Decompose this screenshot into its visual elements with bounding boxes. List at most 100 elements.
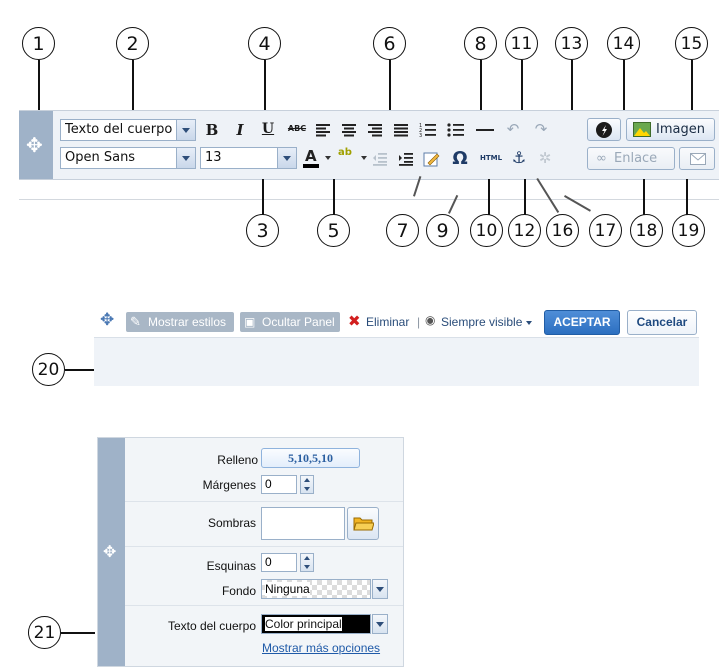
sombras-label: Sombras [207, 516, 256, 530]
cancel-button[interactable]: Cancelar [627, 310, 697, 335]
callout-leader [262, 179, 264, 215]
fondo-label: Fondo [221, 584, 256, 598]
more-options-link[interactable]: Mostrar más opciones [262, 641, 380, 655]
html-source-button[interactable]: HTML [477, 154, 505, 162]
indent-icon[interactable] [398, 152, 414, 166]
font-size-select[interactable]: 13 [200, 147, 297, 169]
sombras-picker-button[interactable] [347, 507, 379, 540]
outdent-icon[interactable] [372, 152, 388, 166]
svg-text:3: 3 [419, 133, 422, 138]
align-right-icon[interactable] [367, 123, 383, 137]
chevron-down-icon[interactable] [277, 148, 296, 168]
callout-number: 14 [607, 27, 640, 60]
margenes-stepper[interactable] [300, 475, 314, 494]
callout-leader [264, 60, 266, 110]
callout-number: 5 [317, 214, 350, 247]
callout-leader [691, 60, 693, 110]
styles-icon: ✎ [130, 314, 141, 329]
chevron-down-icon[interactable] [176, 148, 195, 168]
panel-drag-handle[interactable]: ✥ [98, 438, 125, 666]
italic-button[interactable]: I [231, 121, 249, 139]
divider [19, 199, 719, 200]
callout-20: 20 [32, 353, 65, 386]
image-icon [633, 122, 651, 137]
strikethrough-button[interactable]: ABC [285, 124, 309, 133]
callout-number: 13 [555, 27, 588, 60]
callout-number: 2 [116, 27, 149, 60]
toolbar-drag-handle[interactable]: ✥ [19, 111, 53, 179]
chevron-down-icon [361, 156, 367, 160]
text-color-icon: A [305, 147, 317, 165]
move-icon[interactable]: ✥ [100, 310, 114, 330]
folder-icon [353, 517, 374, 531]
flash-button[interactable] [587, 118, 621, 141]
margenes-label: Márgenes [202, 478, 256, 492]
unlink-icon[interactable]: ✲ [535, 149, 555, 167]
texto-cuerpo-select[interactable]: Color principal [261, 614, 371, 634]
delete-link[interactable]: Eliminar [366, 315, 409, 329]
align-justify-icon[interactable] [393, 123, 409, 137]
callout-number: 18 [630, 214, 663, 247]
callout-number: 15 [675, 27, 708, 60]
callout-number: 17 [589, 214, 622, 247]
panel-icon: ▣ [244, 315, 256, 329]
callout-number: 8 [464, 27, 497, 60]
special-characters-button[interactable]: Ω [449, 148, 471, 169]
esquinas-stepper[interactable] [300, 553, 314, 572]
chevron-down-icon [325, 156, 331, 160]
callout-number: 10 [470, 214, 503, 247]
block-format-select[interactable]: Texto del cuerpo [60, 119, 196, 141]
text-color-button[interactable]: A [301, 147, 335, 169]
accept-button[interactable]: ACEPTAR [544, 310, 620, 335]
link-button[interactable]: ∞ Enlace [587, 147, 675, 170]
callout-leader [61, 632, 95, 634]
eye-icon: ◉ [425, 313, 436, 327]
edit-style-icon[interactable] [423, 151, 441, 167]
margenes-input[interactable]: 0 [261, 475, 297, 494]
redo-icon[interactable]: ↷ [531, 120, 551, 138]
sombras-input[interactable] [261, 507, 345, 540]
editor-toolbar: ✥ Texto del cuerpo B I U ABC 123 ↶ ↷ Ima… [19, 110, 719, 180]
style-actions-bar: ✥ ✎ Mostrar estilos ▣ Ocultar Panel ✖ El… [94, 307, 699, 386]
show-styles-button[interactable]: ✎ Mostrar estilos [126, 312, 234, 332]
text-color-swatch [303, 164, 319, 168]
callout-number: 7 [386, 214, 419, 247]
fondo-select[interactable]: Ninguna [261, 579, 371, 599]
font-family-select[interactable]: Open Sans [60, 147, 196, 169]
chevron-down-icon[interactable] [176, 120, 195, 140]
highlight-color-button[interactable]: ab [337, 147, 369, 169]
link-button-label: Enlace [614, 151, 658, 166]
callout-leader [448, 194, 458, 214]
fondo-dropdown-button[interactable] [372, 579, 388, 599]
align-left-icon[interactable] [315, 123, 331, 137]
email-button[interactable] [679, 147, 715, 170]
relleno-button[interactable]: 5,10,5,10 [261, 448, 360, 468]
callout-number: 19 [672, 214, 705, 247]
bold-button[interactable]: B [203, 121, 221, 139]
chevron-down-icon[interactable] [526, 321, 532, 325]
horizontal-rule-icon[interactable] [475, 122, 495, 138]
link-icon: ∞ [596, 151, 607, 166]
separator: | [417, 315, 421, 329]
divider [125, 501, 403, 502]
ordered-list-icon[interactable]: 123 [419, 122, 437, 138]
callout-number: 11 [505, 27, 538, 60]
image-button[interactable]: Imagen [626, 118, 715, 141]
underline-button[interactable]: U [259, 121, 277, 137]
texto-cuerpo-dropdown-button[interactable] [372, 614, 388, 634]
unordered-list-icon[interactable] [447, 122, 465, 138]
callout-number: 4 [248, 27, 281, 60]
align-center-icon[interactable] [341, 123, 357, 137]
always-visible-link[interactable]: Siempre visible [441, 315, 522, 329]
callout-leader [65, 369, 94, 371]
callout-leader [686, 179, 688, 215]
hide-panel-label: Ocultar Panel [262, 315, 335, 329]
delete-icon[interactable]: ✖ [348, 312, 361, 330]
envelope-icon [690, 153, 706, 165]
esquinas-input[interactable]: 0 [261, 553, 297, 572]
anchor-icon[interactable]: ⚓ [509, 148, 529, 167]
callout-leader [571, 60, 573, 110]
undo-icon[interactable]: ↶ [503, 120, 523, 138]
callout-number: 16 [546, 214, 579, 247]
hide-panel-button[interactable]: ▣ Ocultar Panel [240, 312, 340, 332]
